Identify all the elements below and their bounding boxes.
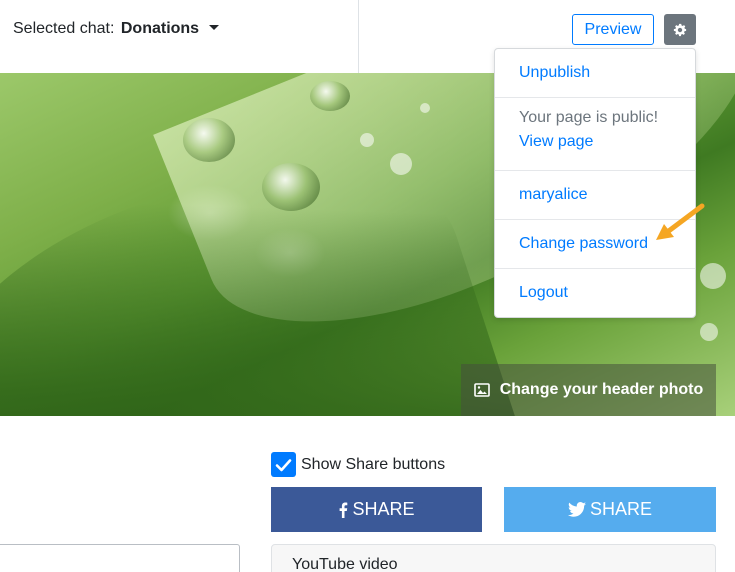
selected-chat-label: Selected chat: [13,20,115,37]
text-input-field[interactable] [0,544,240,572]
preview-button[interactable]: Preview [572,14,654,45]
settings-dropdown-menu: Unpublish Your page is public! View page… [494,48,696,318]
gear-icon [673,23,687,36]
change-header-photo-label: Change your header photo [499,381,704,398]
twitter-icon [567,502,586,517]
header-divider [358,0,359,73]
checkmark-icon [275,458,292,471]
annotation-arrow-icon [656,203,705,240]
facebook-share-button[interactable]: SHARE [271,487,482,532]
facebook-icon [338,502,348,518]
selected-chat-value: Donations [120,20,200,37]
public-status-text: Your page is public! [519,109,659,126]
menu-divider [495,268,695,269]
change-header-photo-button[interactable]: Change your header photo [461,364,716,416]
image-icon [473,383,490,397]
logout-link[interactable]: Logout [495,284,695,302]
view-page-link[interactable]: View page [495,133,695,151]
show-share-buttons-toggle[interactable]: Show Share buttons [271,452,445,477]
youtube-video-card[interactable]: YouTube video [271,544,716,572]
menu-divider [495,97,695,98]
twitter-share-button[interactable]: SHARE [504,487,716,532]
caret-down-icon [208,25,219,30]
menu-divider [495,170,695,171]
settings-button[interactable] [664,14,696,45]
unpublish-link[interactable]: Unpublish [495,64,695,82]
facebook-share-label: SHARE [352,499,415,519]
youtube-video-label: YouTube video [292,556,398,572]
twitter-share-label: SHARE [589,499,652,519]
show-share-buttons-label: Show Share buttons [301,455,446,473]
selected-chat-dropdown[interactable]: Selected chat: Donations [13,20,219,38]
show-share-buttons-checkbox[interactable] [271,452,296,477]
